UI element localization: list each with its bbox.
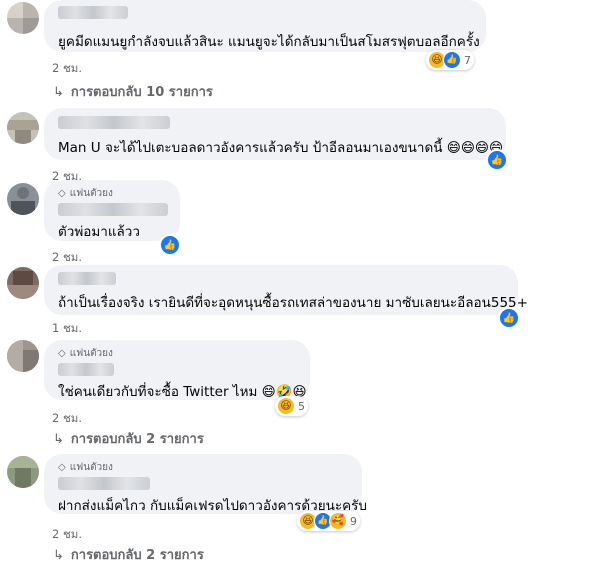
replies-label: การตอบกลับ 2 รายการ bbox=[70, 432, 204, 447]
like-badge-icon[interactable]: 👍 bbox=[498, 307, 520, 329]
replies-label: การตอบกลับ 10 รายการ bbox=[70, 85, 213, 100]
reaction-count: 5 bbox=[298, 399, 305, 413]
reaction-count: 7 bbox=[464, 53, 471, 67]
like-badge-icon[interactable]: 👍 bbox=[159, 234, 181, 256]
replies-label: การตอบกลับ 2 รายการ bbox=[70, 548, 204, 563]
view-replies-link[interactable]: ↳ การตอบกลับ 2 รายการ bbox=[53, 544, 204, 565]
like-icon: 👍 bbox=[443, 51, 461, 69]
comment-bubble: Man U จะได้ไปเตะบอลดาวอังคารแล้วครับ ป้า… bbox=[44, 108, 506, 160]
reaction-summary[interactable]: 😆 👍 🥰 9 bbox=[297, 511, 360, 531]
fan-label: แฟนตัวยง bbox=[69, 348, 113, 359]
top-fan-badge: ◇ แฟนตัวยง bbox=[58, 460, 113, 475]
fan-label: แฟนตัวยง bbox=[69, 462, 113, 473]
commenter-name-blurred[interactable] bbox=[58, 363, 114, 376]
avatar[interactable] bbox=[7, 112, 39, 144]
like-badge-icon[interactable]: 👍 bbox=[486, 149, 508, 171]
comment-time[interactable]: 1 ชม. bbox=[52, 320, 82, 338]
comment-time[interactable]: 2 ชม. bbox=[52, 60, 82, 78]
view-replies-link[interactable]: ↳ การตอบกลับ 2 รายการ bbox=[53, 428, 204, 449]
avatar[interactable] bbox=[7, 183, 39, 215]
comment-bubble: ◇ แฟนตัวยง ตัวพ่อมาแล้วว bbox=[44, 180, 180, 241]
reaction-summary[interactable]: 😆 5 bbox=[275, 396, 308, 416]
reply-arrow-icon: ↳ bbox=[53, 85, 64, 100]
avatar[interactable] bbox=[7, 340, 39, 372]
view-replies-link[interactable]: ↳ การตอบกลับ 10 รายการ bbox=[53, 81, 213, 102]
haha-icon: 😆 bbox=[277, 397, 295, 415]
commenter-name-blurred[interactable] bbox=[58, 203, 168, 216]
diamond-icon: ◇ bbox=[58, 462, 66, 473]
avatar[interactable] bbox=[7, 2, 39, 34]
care-icon: 🥰 bbox=[329, 512, 347, 530]
comment-text: ยูคมีดแมนยูกำลังจบแล้วสินะ แมนยูจะได้กลั… bbox=[58, 34, 480, 50]
comment-bubble: ถ้าเป็นเรื่องจริง เรายินดีที่จะอุดหนุนซื… bbox=[44, 265, 528, 315]
avatar[interactable] bbox=[7, 267, 39, 299]
avatar[interactable] bbox=[7, 456, 39, 488]
reaction-summary[interactable]: 😆 👍 7 bbox=[426, 50, 474, 70]
comment-time[interactable]: 2 ชม. bbox=[52, 526, 82, 544]
comment-text: Man U จะได้ไปเตะบอลดาวอังคารแล้วครับ ป้า… bbox=[58, 140, 504, 156]
comment-bubble: ◇ แฟนตัวยง ฝากส่งแม็คไกว กับแม็คเฟรดไปดาว… bbox=[44, 454, 367, 514]
comment-text: ถ้าเป็นเรื่องจริง เรายินดีที่จะอุดหนุนซื… bbox=[58, 295, 528, 311]
commenter-name-blurred[interactable] bbox=[58, 116, 170, 129]
comment-text: ใช่คนเดียวกับที่จะซื้อ Twitter ไหม 😄🤣😆 bbox=[58, 384, 307, 400]
top-fan-badge: ◇ แฟนตัวยง bbox=[58, 186, 113, 201]
top-fan-badge: ◇ แฟนตัวยง bbox=[58, 346, 113, 361]
fan-label: แฟนตัวยง bbox=[69, 188, 113, 199]
diamond-icon: ◇ bbox=[58, 348, 66, 359]
comment-bubble: ยูคมีดแมนยูกำลังจบแล้วสินะ แมนยูจะได้กลั… bbox=[44, 0, 486, 52]
reaction-count: 9 bbox=[350, 514, 357, 528]
commenter-name-blurred[interactable] bbox=[58, 272, 116, 285]
commenter-name-blurred[interactable] bbox=[58, 6, 128, 19]
comment-text: ตัวพ่อมาแล้วว bbox=[58, 224, 140, 240]
reply-arrow-icon: ↳ bbox=[53, 432, 64, 447]
diamond-icon: ◇ bbox=[58, 188, 66, 199]
reply-arrow-icon: ↳ bbox=[53, 548, 64, 563]
comment-bubble: ◇ แฟนตัวยง ใช่คนเดียวกับที่จะซื้อ Twitter… bbox=[44, 340, 310, 400]
commenter-name-blurred[interactable] bbox=[58, 477, 150, 490]
comment-time[interactable]: 2 ชม. bbox=[52, 410, 82, 428]
